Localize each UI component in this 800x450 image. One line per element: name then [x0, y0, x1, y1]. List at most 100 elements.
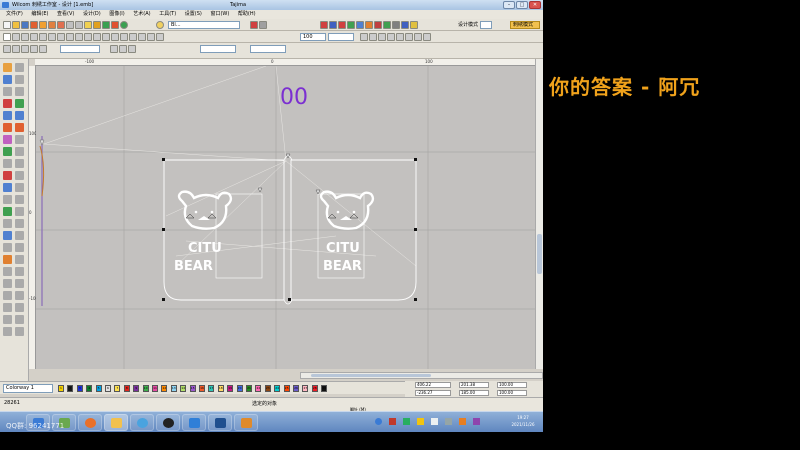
color-swatch[interactable]: 16 — [199, 385, 205, 392]
color-swatch[interactable]: 8 — [123, 385, 130, 392]
satin-icon[interactable] — [338, 21, 346, 29]
ungroup-icon[interactable] — [396, 33, 404, 41]
shape-icon[interactable] — [110, 45, 118, 53]
heading-glyphs[interactable]: 00 — [280, 85, 308, 110]
paste-icon[interactable] — [57, 21, 65, 29]
x-coordinate[interactable]: 406.22 — [415, 382, 451, 388]
align-right-icon[interactable] — [378, 33, 386, 41]
new-icon[interactable] — [3, 21, 11, 29]
height-combo[interactable] — [250, 45, 286, 53]
save-icon[interactable] — [21, 21, 29, 29]
backstitch-tool-icon[interactable] — [15, 99, 24, 108]
maximize-button[interactable]: □ — [516, 1, 528, 9]
zoom-combo[interactable]: 100 — [300, 33, 326, 41]
run-icon[interactable] — [347, 21, 355, 29]
tray-volume-icon[interactable] — [431, 418, 438, 425]
auto-digitize-tool-icon[interactable] — [3, 195, 12, 204]
design-tab[interactable]: Tajima — [230, 0, 246, 10]
width-combo[interactable] — [200, 45, 236, 53]
hoop-icon[interactable] — [30, 33, 38, 41]
kaleido-tool-icon[interactable] — [15, 291, 24, 300]
color-swatch[interactable]: 19 — [227, 385, 234, 392]
bear-logo-left[interactable]: CITU BEAR — [174, 190, 233, 274]
bold-icon[interactable] — [250, 21, 258, 29]
zoom-in-icon[interactable] — [48, 33, 56, 41]
fill-icon[interactable] — [329, 21, 337, 29]
team-names-tool-icon[interactable] — [15, 183, 24, 192]
color-swatch[interactable]: 25 — [283, 385, 290, 392]
bear-logo-right[interactable]: CITU BEAR — [319, 190, 375, 274]
sequence-icon[interactable] — [410, 21, 418, 29]
tray-network-icon[interactable] — [375, 418, 382, 425]
selection-handles[interactable] — [162, 158, 417, 301]
color-swatch[interactable]: 6 — [105, 385, 111, 392]
appliqué-tool-icon[interactable] — [3, 147, 12, 156]
column-b-tool-icon[interactable] — [15, 111, 24, 120]
show-outlines-icon[interactable] — [102, 33, 110, 41]
mirror-tool-icon[interactable] — [3, 291, 12, 300]
monogram-tool-icon[interactable] — [15, 135, 24, 144]
object-props-icon[interactable] — [3, 45, 11, 53]
emboss-tool-icon[interactable] — [15, 267, 24, 276]
mirror-icon[interactable] — [405, 33, 413, 41]
tray-flag-icon[interactable] — [473, 418, 480, 425]
3d-view-icon[interactable] — [138, 33, 146, 41]
cut-icon[interactable] — [39, 21, 47, 29]
open-icon[interactable] — [12, 21, 20, 29]
complex-fill-tool-icon[interactable] — [3, 123, 12, 132]
select-icon[interactable] — [3, 33, 11, 41]
horizontal-scrollbar[interactable] — [300, 372, 543, 379]
colorway-select[interactable]: Colorway 1 — [3, 384, 53, 393]
scale-icon[interactable] — [423, 33, 431, 41]
group-icon[interactable] — [387, 33, 395, 41]
show-bitmap-icon[interactable] — [111, 33, 119, 41]
cross-stitch-tool-icon[interactable] — [15, 303, 24, 312]
circle-tool-icon[interactable] — [3, 171, 12, 180]
close-button[interactable]: ✕ — [529, 1, 541, 9]
run-tool-icon[interactable] — [3, 99, 12, 108]
photo-flash-tool-icon[interactable] — [15, 195, 24, 204]
color-swatch[interactable]: 1 — [58, 385, 64, 392]
scale-y-value[interactable]: 100.00 — [497, 390, 527, 396]
break-apart-tool-icon[interactable] — [3, 231, 12, 240]
taskbar-ie-icon[interactable] — [130, 414, 154, 431]
bitmap-tool-icon[interactable] — [3, 219, 12, 228]
menu-art[interactable]: 艺术(A) — [133, 11, 150, 17]
color-swatch[interactable]: 28 — [311, 385, 318, 392]
minimize-button[interactable]: – — [503, 1, 515, 9]
tray-update-icon[interactable] — [403, 418, 410, 425]
tray-input-icon[interactable] — [445, 418, 452, 425]
color-swatch[interactable]: 14 — [180, 385, 187, 392]
vector-tool-icon[interactable] — [15, 219, 24, 228]
offset-tool-icon[interactable] — [3, 159, 12, 168]
reshape-tool-icon[interactable] — [3, 75, 12, 84]
pattern-tool-icon[interactable] — [3, 207, 12, 216]
lock-icon[interactable] — [93, 21, 101, 29]
taskbar-help-icon[interactable] — [234, 414, 258, 431]
refresh-icon[interactable] — [102, 21, 110, 29]
menu-edit[interactable]: 编辑(E) — [31, 11, 48, 17]
node-tool-icon[interactable] — [15, 75, 24, 84]
width-value[interactable]: 201.38 — [459, 382, 489, 388]
text-tool-icon[interactable] — [3, 183, 12, 192]
ellipse-icon[interactable] — [119, 45, 127, 53]
view-mode-button[interactable]: 刺绣模式 — [510, 21, 540, 29]
show-needle-icon[interactable] — [129, 33, 137, 41]
slow-redraw-icon[interactable] — [392, 21, 400, 29]
menu-tools[interactable]: 工具(T) — [159, 11, 176, 17]
color-change-icon[interactable] — [383, 21, 391, 29]
color-swatch[interactable]: 24 — [274, 385, 281, 392]
bling-tool-icon[interactable] — [15, 315, 24, 324]
copy-icon[interactable] — [48, 21, 56, 29]
menu-file[interactable]: 文件(F) — [6, 11, 23, 17]
motif-tool-icon[interactable] — [15, 207, 24, 216]
vertical-scrollbar[interactable] — [535, 59, 543, 369]
menu-window[interactable]: 窗口(W) — [210, 11, 229, 17]
select-tool-icon[interactable] — [3, 63, 12, 72]
color-swatch[interactable]: 4 — [86, 385, 93, 392]
ellipse-tool-icon[interactable] — [3, 327, 12, 336]
color-swatch[interactable]: 15 — [189, 385, 196, 392]
knife-tool-icon[interactable] — [3, 87, 12, 96]
align-center-icon[interactable] — [369, 33, 377, 41]
stitch-icon[interactable] — [320, 21, 328, 29]
